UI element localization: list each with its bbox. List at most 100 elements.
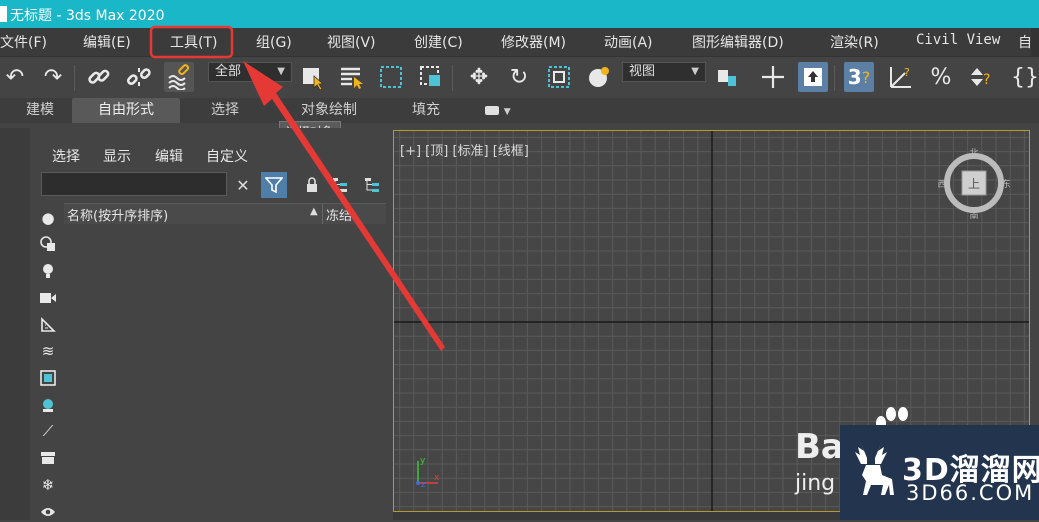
menu-civil-view[interactable]: Civil View: [916, 32, 1000, 48]
frozen-filter-icon[interactable]: ❄: [38, 475, 58, 495]
menu-overflow-edge: [1031, 28, 1039, 56]
menu-overflow[interactable]: 自: [1018, 32, 1032, 52]
object-xrefs-filter-icon[interactable]: [38, 395, 58, 415]
toolbar-divider: [74, 65, 75, 91]
space-warps-filter-icon[interactable]: ≋: [38, 341, 58, 361]
filter-icon[interactable]: [261, 172, 287, 198]
menu-animation[interactable]: 动画(A): [604, 32, 653, 52]
selection-filter-dropdown[interactable]: 全部 ▼: [208, 62, 292, 82]
reference-coordinate-dropdown[interactable]: 视图 ▼: [622, 62, 706, 82]
rectangular-region-icon[interactable]: [376, 62, 406, 92]
bones-filter-icon[interactable]: ⟋: [38, 421, 58, 441]
menu-group[interactable]: 组(G): [256, 32, 292, 52]
3d66-watermark: 3D溜溜网 3D66.COM: [840, 425, 1039, 520]
site-url: 3D66.COM: [906, 481, 1035, 505]
keyboard-shortcut-override-icon[interactable]: [798, 62, 828, 92]
ribbon-options-button[interactable]: ▼: [478, 98, 518, 123]
selection-filter-value: 全部: [215, 64, 242, 79]
column-header: 名称(按升序排序) ▲ 冻结: [64, 203, 386, 225]
rotate-icon[interactable]: ↻: [504, 62, 534, 92]
app-icon: [0, 6, 7, 22]
axis-y-label: y: [420, 456, 426, 466]
menu-rendering[interactable]: 渲染(R): [830, 32, 879, 52]
deer-logo-icon: [855, 441, 894, 495]
tab-modeling[interactable]: 建模: [8, 98, 72, 123]
viewcube-west: 西: [938, 179, 947, 190]
layer-hierarchy-icon[interactable]: [359, 172, 385, 198]
column-frozen[interactable]: 冻结: [326, 205, 352, 224]
menu-graph-editors[interactable]: 图形编辑器(D): [692, 32, 784, 52]
left-dock-strip: [0, 128, 30, 520]
tab-object-paint[interactable]: 对象绘制: [284, 98, 374, 123]
object-list[interactable]: [64, 224, 386, 520]
select-and-link-icon[interactable]: [758, 62, 788, 92]
explorer-menu-display[interactable]: 显示: [103, 146, 131, 166]
main-toolbar: ↶ ↷ 全部 ▼ ✥ ↻ 视图 ▼ 3 ? ? % ? {}: [0, 57, 1039, 97]
menu-views[interactable]: 视图(V): [327, 32, 376, 52]
viewcube-south: 南: [969, 210, 978, 219]
menu-file[interactable]: 文件(F): [0, 32, 47, 52]
clear-search-icon[interactable]: ✕: [230, 172, 256, 198]
tab-selection[interactable]: 选择: [190, 98, 260, 123]
search-input[interactable]: [41, 172, 227, 196]
column-name[interactable]: 名称(按升序排序): [67, 205, 168, 224]
explorer-menu-select[interactable]: 选择: [52, 146, 80, 166]
tab-populate[interactable]: 填充: [396, 98, 456, 123]
angle-snap-icon[interactable]: ?: [886, 62, 916, 92]
window-title: 无标题 - 3ds Max 2020: [10, 8, 165, 24]
move-icon[interactable]: ✥: [464, 62, 494, 92]
select-object-icon[interactable]: [298, 62, 328, 92]
menu-bar: 文件(F) 编辑(E) 工具(T) 组(G) 视图(V) 创建(C) 修改器(M…: [0, 28, 1039, 57]
select-by-name-icon[interactable]: [336, 62, 366, 92]
reference-coordinate-value: 视图: [629, 64, 656, 79]
viewcube-north: 北: [969, 148, 978, 159]
viewcube-face: 上: [968, 177, 980, 191]
scene-explorer: 选择 显示 编辑 自定义 ✕ 名称(按升序排序) ▲ 冻结 ● ≋ ⟋ ❄: [30, 128, 390, 520]
pivot-icon[interactable]: [712, 62, 742, 92]
column-divider[interactable]: [322, 204, 323, 224]
scale-icon[interactable]: [544, 62, 574, 92]
sort-ascending-icon: ▲: [310, 206, 318, 217]
toolbar-divider: [452, 65, 453, 91]
named-selection-icon[interactable]: {}: [1010, 62, 1039, 92]
tab-freeform[interactable]: 自由形式: [72, 98, 180, 123]
redo-icon[interactable]: ↷: [38, 62, 68, 92]
menu-tools[interactable]: 工具(T): [170, 32, 217, 52]
svg-text:?: ?: [983, 72, 990, 88]
hidden-filter-icon[interactable]: [38, 502, 58, 522]
explorer-menu-edit[interactable]: 编辑: [155, 146, 183, 166]
window-crossing-icon[interactable]: [416, 62, 446, 92]
viewport-label[interactable]: [+] [顶] [标准] [线框]: [400, 140, 529, 159]
viewcube[interactable]: 上 北 南 东 西: [938, 147, 1010, 219]
link-icon[interactable]: [84, 62, 114, 92]
helpers-filter-icon[interactable]: [38, 315, 58, 335]
groups-filter-icon[interactable]: [38, 368, 58, 388]
cameras-filter-icon[interactable]: [38, 288, 58, 308]
baidu-jingyan: jing: [795, 471, 836, 496]
menu-create[interactable]: 创建(C): [414, 32, 463, 52]
svg-text:?: ?: [904, 66, 910, 79]
title-bar: 无标题 - 3ds Max 2020: [0, 0, 1039, 28]
explorer-menu-customize[interactable]: 自定义: [206, 146, 248, 166]
undo-icon[interactable]: ↶: [0, 62, 30, 92]
chevron-down-icon: ▼: [503, 107, 511, 117]
snap-toggle-icon[interactable]: 3?: [844, 62, 874, 92]
menu-modifiers[interactable]: 修改器(M): [501, 32, 566, 52]
lock-icon[interactable]: [299, 172, 325, 198]
containers-filter-icon[interactable]: [38, 448, 58, 468]
lights-filter-icon[interactable]: [38, 261, 58, 281]
unlink-icon[interactable]: [124, 62, 154, 92]
chevron-down-icon: ▼: [691, 66, 699, 77]
geometry-filter-icon[interactable]: ●: [38, 208, 58, 228]
viewcube-east: 东: [1001, 178, 1010, 190]
menu-edit[interactable]: 编辑(E): [83, 32, 131, 52]
shapes-filter-icon[interactable]: [38, 234, 58, 254]
percent-snap-icon[interactable]: %: [926, 62, 956, 92]
hierarchy-icon[interactable]: [327, 172, 353, 198]
chevron-down-icon: ▼: [277, 66, 285, 77]
ribbon-tabs: 建模 自由形式 选择 对象绘制 填充 ▼: [0, 98, 1039, 123]
bind-space-warp-icon[interactable]: [164, 62, 194, 92]
spinner-snap-icon[interactable]: ?: [966, 62, 996, 92]
toolbar-divider: [834, 65, 835, 91]
select-manipulate-icon[interactable]: [584, 62, 614, 92]
